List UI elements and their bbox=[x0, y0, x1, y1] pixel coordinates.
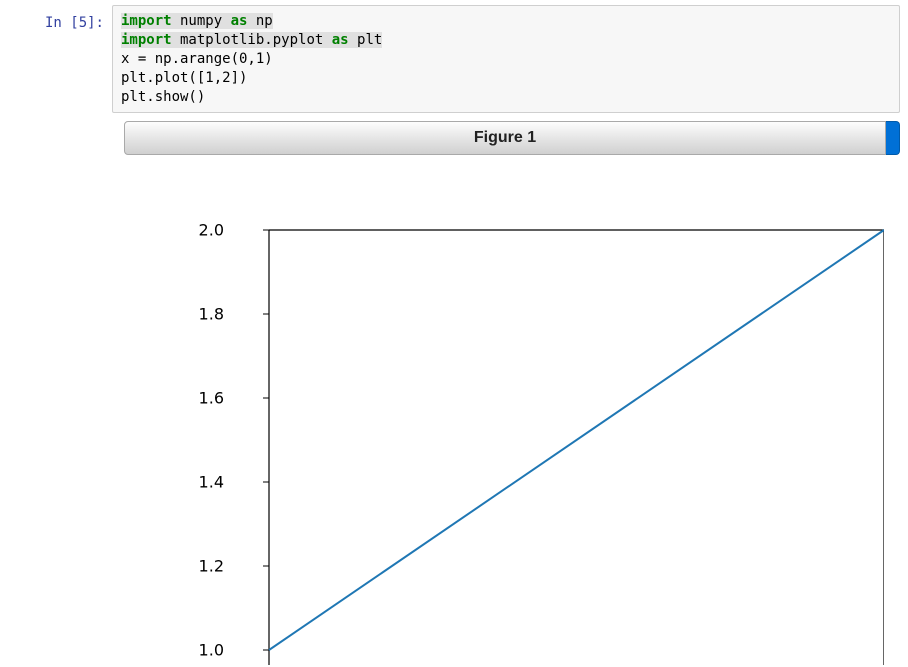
cell-output: Figure 1 2.0 1.8 1.6 1.4 1.2 1.0 bbox=[124, 121, 900, 665]
prompt-label: In [5]: bbox=[45, 15, 104, 31]
code-text: plt bbox=[349, 32, 383, 48]
code-input-area[interactable]: import numpy as np import matplotlib.pyp… bbox=[112, 5, 900, 113]
line-chart bbox=[164, 215, 884, 665]
input-prompt: In [5]: bbox=[0, 5, 112, 31]
chart-area: 2.0 1.8 1.6 1.4 1.2 1.0 bbox=[164, 215, 884, 665]
code-line: plt.show() bbox=[121, 89, 205, 105]
figure-toolbar: Figure 1 bbox=[124, 121, 900, 155]
code-text: numpy bbox=[172, 13, 231, 29]
code-keyword: as bbox=[332, 32, 349, 48]
code-keyword: import bbox=[121, 32, 172, 48]
code-block: import numpy as np import matplotlib.pyp… bbox=[121, 12, 891, 106]
figure-title: Figure 1 bbox=[474, 129, 536, 146]
figure-title-bar[interactable]: Figure 1 bbox=[124, 121, 886, 155]
code-text: matplotlib.pyplot bbox=[172, 32, 332, 48]
figure-toolbar-button[interactable] bbox=[886, 121, 900, 155]
ytick-label: 1.4 bbox=[199, 473, 224, 492]
notebook-cell: In [5]: import numpy as np import matplo… bbox=[0, 0, 908, 113]
ytick-label: 1.2 bbox=[199, 557, 224, 576]
code-keyword: as bbox=[231, 13, 248, 29]
code-line: x = np.arange(0,1) bbox=[121, 51, 273, 67]
ytick-label: 1.8 bbox=[199, 305, 224, 324]
code-text: np bbox=[247, 13, 272, 29]
code-line: plt.plot([1,2]) bbox=[121, 70, 247, 86]
ytick-label: 2.0 bbox=[199, 221, 224, 240]
code-keyword: import bbox=[121, 13, 172, 29]
ytick-label: 1.6 bbox=[199, 389, 224, 408]
ytick-label: 1.0 bbox=[199, 641, 224, 660]
